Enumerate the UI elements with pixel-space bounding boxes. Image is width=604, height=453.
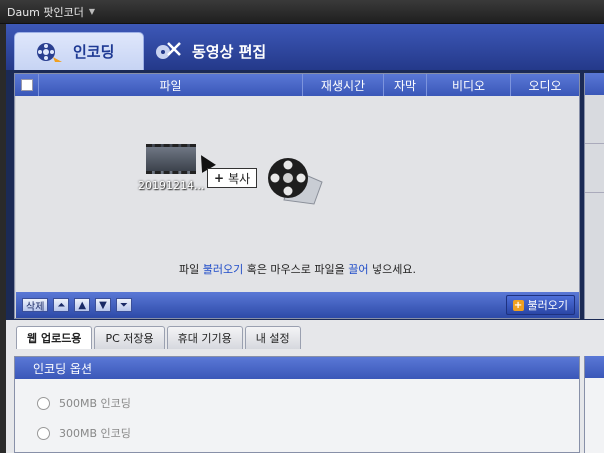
file-drop-area[interactable]: 20191214... + 복사 파일 불러오기 혹은 마우스로 파일을 끌어 … — [16, 96, 579, 292]
file-list-panel: 파일 재생시간 자막 비디오 오디오 20191214... + 복사 파일 불… — [14, 73, 580, 319]
copy-tooltip: + 복사 — [207, 168, 258, 188]
move-up-button[interactable]: ▲ — [74, 298, 91, 312]
column-video[interactable]: 비디오 — [427, 74, 511, 96]
properties-side-panel — [584, 73, 604, 319]
double-up-arrow-icon: ⏶ — [57, 299, 66, 311]
preset-tabs: 웹 업로드용 PC 저장용 휴대 기기용 내 설정 — [16, 326, 303, 349]
option-500mb-label: 500MB 인코딩 — [59, 397, 131, 410]
tab-mobile-device[interactable]: 휴대 기기용 — [166, 326, 243, 349]
double-down-arrow-icon: ⏷ — [119, 299, 128, 311]
radio-500mb[interactable] — [37, 396, 50, 410]
drop-hint: 파일 불러오기 혹은 마우스로 파일을 끌어 넣으세요. — [16, 261, 579, 277]
film-reel-icon — [35, 41, 63, 63]
tab-video-edit-label: 동영상 편집 — [192, 42, 267, 61]
film-edit-icon — [154, 40, 182, 62]
option-500mb[interactable]: 500MB 인코딩 — [37, 395, 131, 411]
list-toolbar: 삭제 ⏶ ▲ ▼ ⏷ + 불러오기 — [16, 292, 579, 318]
dragged-file-thumbnail — [146, 144, 196, 174]
hint-text-3: 넣으세요. — [368, 263, 417, 276]
option-300mb-label: 300MB 인코딩 — [59, 427, 131, 440]
radio-300mb[interactable] — [37, 426, 50, 440]
dragged-file-name: 20191214... — [138, 179, 205, 192]
column-duration[interactable]: 재생시간 — [303, 74, 384, 96]
film-reel-illustration-icon — [264, 152, 324, 210]
tab-web-upload[interactable]: 웹 업로드용 — [16, 326, 93, 349]
options-side-header — [585, 356, 604, 378]
hint-text-2: 혹은 마우스로 파일을 — [243, 263, 349, 276]
tab-encoding-label: 인코딩 — [73, 43, 115, 61]
file-table-header: 파일 재생시간 자막 비디오 오디오 — [15, 74, 579, 96]
tab-video-edit[interactable]: 동영상 편집 — [146, 32, 286, 70]
options-side-panel — [584, 356, 604, 453]
column-subtitle[interactable]: 자막 — [384, 74, 427, 96]
delete-button[interactable]: 삭제 — [22, 298, 49, 313]
load-files-label: 불러오기 — [527, 299, 568, 312]
hint-text-1: 파일 — [178, 263, 203, 276]
tab-encoding[interactable]: 인코딩 — [14, 32, 144, 70]
window-title: Daum 팟인코더 — [7, 5, 84, 19]
hint-drag-link: 끌어 — [348, 263, 369, 276]
move-top-button[interactable]: ⏶ — [53, 298, 70, 312]
move-down-button[interactable]: ▼ — [95, 298, 111, 312]
select-all-checkbox[interactable] — [20, 79, 33, 91]
select-all-cell — [15, 74, 39, 96]
column-file[interactable]: 파일 — [39, 74, 303, 96]
move-bottom-button[interactable]: ⏷ — [115, 298, 132, 312]
up-arrow-icon: ▲ — [78, 299, 87, 311]
side-panel-header — [585, 73, 604, 95]
option-300mb[interactable]: 300MB 인코딩 — [37, 425, 131, 441]
hint-load-link[interactable]: 불러오기 — [203, 263, 243, 276]
column-audio[interactable]: 오디오 — [511, 74, 579, 96]
main-tab-bar: 인코딩 동영상 편집 — [6, 24, 604, 70]
copy-tooltip-label: 복사 — [228, 171, 251, 186]
title-menu-caret-icon[interactable]: ▼ — [89, 7, 95, 16]
divider — [585, 143, 604, 144]
options-title: 인코딩 옵션 — [15, 357, 579, 379]
tab-my-settings[interactable]: 내 설정 — [244, 326, 301, 349]
down-arrow-icon: ▼ — [99, 299, 107, 311]
tab-pc-storage[interactable]: PC 저장용 — [94, 326, 165, 349]
plus-icon: + — [512, 299, 524, 311]
encoding-options-panel: 인코딩 옵션 500MB 인코딩 300MB 인코딩 — [14, 356, 580, 453]
divider — [585, 192, 604, 193]
plus-icon: + — [214, 171, 225, 185]
title-bar: Daum 팟인코더 ▼ — [0, 0, 604, 24]
load-files-button[interactable]: + 불러오기 — [505, 295, 575, 315]
